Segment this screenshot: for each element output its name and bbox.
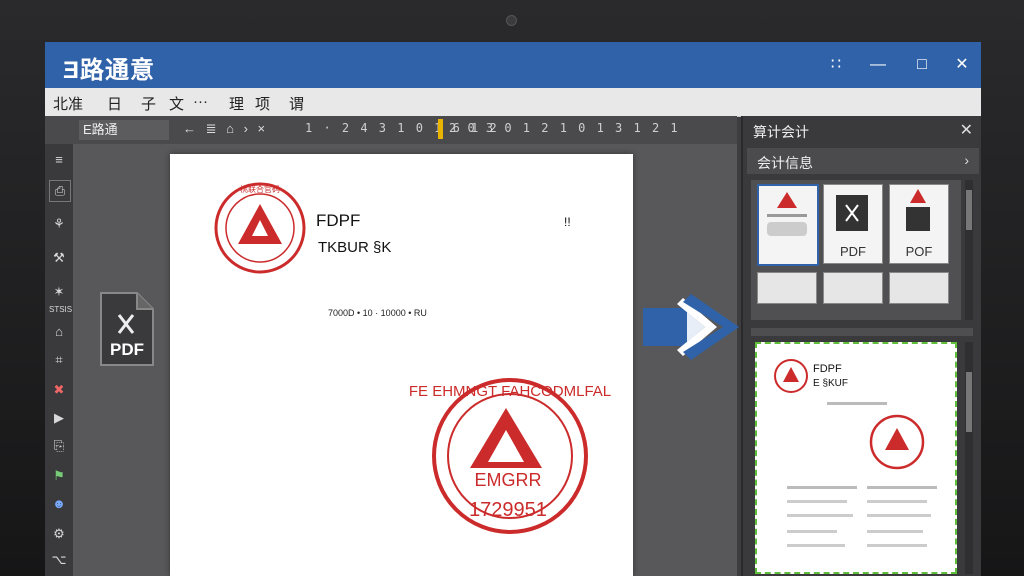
stamp-large-arc-text: FE EHMNGT FAHCODMLFAL	[409, 383, 611, 400]
page-icon[interactable]: ⎙	[49, 180, 71, 202]
app-window: Ǝ路通意 ∷ — □ ✕ 北准 日 子 文 ··· 理 项 谓 E路通 ← ≣ …	[45, 42, 981, 576]
effects-tool-icon[interactable]: ✶	[49, 282, 69, 302]
document-name-field[interactable]: E路通	[79, 120, 169, 140]
thumbnail-scrollbar[interactable]	[965, 180, 973, 320]
title-bar: Ǝ路通意 ∷ — □ ✕	[45, 42, 981, 88]
thumbnail-grid: PDF POF	[751, 180, 961, 320]
toolbar-icons[interactable]: ← ≣ ⌂ › ×	[183, 121, 268, 137]
user-icon[interactable]: ☻	[49, 494, 69, 514]
thumbnail-card[interactable]	[823, 272, 883, 304]
stamp-small-text: 桃联合官码	[240, 184, 280, 194]
minimize-button[interactable]: —	[867, 54, 889, 76]
page-content: 桃联合官码 FDPF TKBUR §K !! 7000D • 10 · 1000…	[214, 182, 611, 534]
chevron-right-icon[interactable]: ›	[964, 152, 969, 168]
panel-divider	[751, 328, 973, 336]
menu-item[interactable]: 日	[107, 93, 122, 114]
camera	[506, 15, 517, 26]
convert-arrow-icon	[643, 294, 739, 360]
panel-close-icon[interactable]: ✕	[960, 120, 973, 140]
right-panel: 算计会计 ✕ 会计信息 › PDF POF FDPF E §KUF	[741, 116, 981, 576]
app-title: Ǝ路通意	[63, 57, 156, 84]
stamp-large-center: EMGRR	[475, 470, 542, 490]
preview-heading: FDPF	[813, 363, 842, 375]
menu-item[interactable]: 谓	[289, 93, 304, 114]
ruler-marker[interactable]	[438, 119, 443, 139]
thumbnail-label: PDF	[840, 244, 866, 259]
stamp-large-number: 1729951	[469, 499, 547, 521]
left-toolbar: ≡ ⎙ ⚘ ⚒ ✶ STSIS ⌂ ⌗ ✖ ▶ ⎘ ⚑ ☻ ⚙ ⌥	[45, 144, 74, 576]
menu-item[interactable]: 文	[169, 93, 184, 114]
menu-item[interactable]: ···	[193, 93, 208, 110]
page-preview[interactable]: FDPF E §KUF	[755, 342, 957, 574]
apps-grid-icon[interactable]: ∷	[825, 54, 847, 76]
doc-reference-line: 7000D • 10 · 10000 • RU	[328, 308, 427, 318]
flag-icon[interactable]: ⚑	[49, 466, 69, 486]
toolbar: E路通 ← ≣ ⌂ › × 1 · 2 4 3 1 0 1 6 1 2 2 0 …	[45, 116, 737, 144]
stamp-small: 桃联合官码	[214, 182, 306, 274]
maximize-button[interactable]: □	[911, 54, 933, 76]
pdf-icon-label: PDF	[110, 340, 144, 359]
settings-icon[interactable]: ⚙	[49, 524, 69, 544]
panel-subheader-label: 会计信息	[757, 155, 813, 171]
edit-tool-icon[interactable]: ⚒	[49, 248, 69, 268]
menu-item[interactable]: 子	[141, 93, 156, 114]
thumbnail-image	[767, 192, 807, 236]
menu-item[interactable]: 理	[229, 93, 244, 114]
menu-bar: 北准 日 子 文 ··· 理 项 谓	[45, 88, 981, 117]
pdf-file-icon: PDF	[100, 292, 154, 366]
document-canvas[interactable]: PDF 桃联合官码 FDPF TKBUR §K !! 7000D • 10 · …	[73, 144, 763, 576]
play-icon[interactable]: ▶	[49, 408, 69, 428]
thumbnail-label: POF	[905, 244, 933, 259]
menu-icon[interactable]: ≡	[49, 150, 69, 170]
preview-scrollbar[interactable]	[965, 342, 973, 574]
thumbnail-card[interactable]	[757, 184, 819, 266]
thumbnail-card[interactable]: PDF	[823, 184, 883, 264]
doc-corner-mark: !!	[564, 215, 571, 229]
menu-item[interactable]: 北准	[53, 93, 83, 114]
doc-subheading: TKBUR §K	[318, 239, 391, 256]
preview-scroll-thumb[interactable]	[966, 372, 972, 432]
preview-subheading: E §KUF	[813, 378, 848, 389]
close-button[interactable]: ✕	[951, 54, 973, 76]
thumbnail-card[interactable]: POF	[889, 184, 949, 264]
thumbnail-card[interactable]	[757, 272, 817, 304]
menu-item[interactable]: 项	[255, 93, 270, 114]
thumbnail-image	[906, 189, 930, 231]
ruler-right: 2 0 3 0 1 2 1 0 1 3 1 2 1	[449, 121, 680, 135]
panel-subheader[interactable]: 会计信息 ›	[747, 148, 979, 174]
thumbnail-scroll-thumb[interactable]	[966, 190, 972, 230]
command-tool-icon[interactable]: ⌗	[49, 350, 69, 370]
tool-caption: STSIS	[49, 305, 73, 314]
doc-heading: FDPF	[316, 211, 360, 230]
home-tool-icon[interactable]: ⌂	[49, 322, 69, 342]
panel-title: 算计会计	[753, 124, 809, 140]
preview-content: FDPF E §KUF	[774, 359, 937, 547]
document-page[interactable]: 桃联合官码 FDPF TKBUR §K !! 7000D • 10 · 1000…	[170, 154, 633, 576]
thumbnail-card[interactable]	[889, 272, 949, 304]
stamp-tool-icon[interactable]: ⚘	[49, 214, 69, 234]
stamp-large: FE EHMNGT FAHCODMLFAL EMGRR 1729951	[409, 378, 611, 534]
thumbnail-image	[836, 195, 868, 231]
copy-icon[interactable]: ⎘	[49, 436, 69, 456]
delete-tool-icon[interactable]: ✖	[49, 380, 69, 400]
option-icon[interactable]: ⌥	[49, 550, 69, 570]
